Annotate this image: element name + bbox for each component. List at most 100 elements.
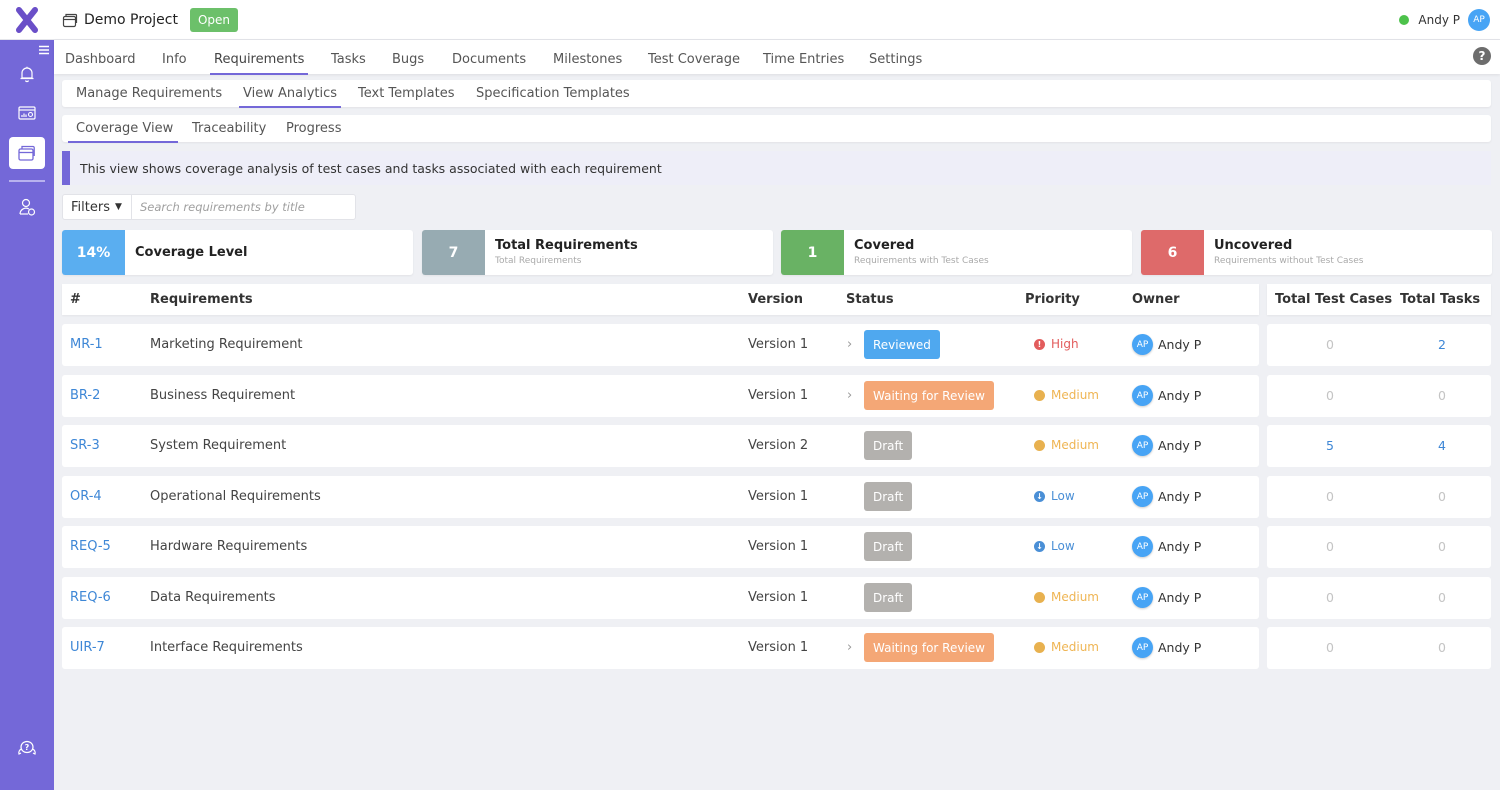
- status-badge[interactable]: Waiting for Review: [864, 381, 994, 410]
- tab-documents[interactable]: Documents: [452, 52, 526, 73]
- tab-time-entries[interactable]: Time Entries: [763, 52, 844, 73]
- requirement-title[interactable]: Hardware Requirements: [150, 539, 307, 554]
- sidebar-item-notifications[interactable]: [9, 58, 45, 90]
- app-logo[interactable]: [0, 0, 54, 40]
- stat-card-total-requirements: 7 Total Requirements Total Requirements: [422, 230, 773, 275]
- column-header-requirements[interactable]: Requirements: [150, 292, 253, 307]
- owner-avatar[interactable]: AP: [1132, 334, 1153, 355]
- column-header-status[interactable]: Status: [846, 292, 894, 307]
- table-row[interactable]: MR-1 Marketing Requirement Version 1 › Revie…: [62, 324, 1259, 366]
- owner-name: Andy P: [1158, 337, 1202, 352]
- table-row[interactable]: REQ-6 Data Requirements Version 1 Draft Medi…: [62, 577, 1259, 619]
- info-accent-bar: [62, 151, 70, 185]
- help-icon[interactable]: ?: [1473, 47, 1491, 65]
- total-tasks[interactable]: 2: [1432, 337, 1452, 352]
- requirement-title[interactable]: System Requirement: [150, 438, 286, 453]
- priority-label: Low: [1051, 489, 1075, 503]
- info-text: This view shows coverage analysis of tes…: [80, 161, 662, 176]
- chevron-right-icon[interactable]: ›: [847, 640, 852, 655]
- tab-view-analytics[interactable]: View Analytics: [239, 86, 342, 108]
- status-badge[interactable]: Reviewed: [864, 330, 940, 359]
- column-header-version[interactable]: Version: [748, 292, 803, 307]
- requirement-id-link[interactable]: MR-1: [70, 337, 103, 352]
- tab-requirements[interactable]: Requirements: [210, 52, 309, 75]
- chevron-right-icon[interactable]: ›: [847, 388, 852, 403]
- project-status-badge[interactable]: Open: [189, 7, 239, 32]
- stat-title: Covered: [854, 238, 915, 253]
- column-header-total-test-cases[interactable]: Total Test Cases: [1275, 292, 1392, 307]
- status-badge[interactable]: Draft: [864, 482, 913, 511]
- requirement-id-link[interactable]: UIR-7: [70, 640, 105, 655]
- stat-value: 6: [1141, 230, 1204, 275]
- tab-settings[interactable]: Settings: [869, 52, 922, 73]
- total-test-cases[interactable]: 5: [1320, 438, 1340, 453]
- tab-test-coverage[interactable]: Test Coverage: [648, 52, 740, 73]
- search-input[interactable]: [132, 194, 356, 220]
- help-chat-icon: ?: [18, 740, 36, 755]
- table-row[interactable]: OR-4 Operational Requirements Version 1 Dra…: [62, 476, 1259, 518]
- requirements-subnav: Manage Requirements View Analytics Text …: [62, 80, 1491, 108]
- table-row[interactable]: SR-3 System Requirement Version 2 Draft Medi…: [62, 425, 1259, 467]
- column-header-number[interactable]: #: [70, 292, 81, 307]
- requirement-version: Version 1: [748, 539, 809, 554]
- status-badge[interactable]: Waiting for Review: [864, 633, 994, 662]
- stat-title: Coverage Level: [135, 245, 248, 260]
- total-tasks: 0: [1438, 539, 1446, 554]
- sidebar-item-help[interactable]: ?: [9, 732, 45, 764]
- requirement-title[interactable]: Operational Requirements: [150, 489, 321, 504]
- tab-progress[interactable]: Progress: [286, 121, 341, 141]
- total-test-cases: 0: [1326, 640, 1334, 655]
- owner-avatar[interactable]: AP: [1132, 385, 1153, 406]
- requirement-title[interactable]: Business Requirement: [150, 388, 295, 403]
- owner-avatar[interactable]: AP: [1132, 637, 1153, 658]
- tab-manage-requirements[interactable]: Manage Requirements: [76, 86, 222, 106]
- requirement-id-link[interactable]: OR-4: [70, 489, 102, 504]
- column-header-total-tasks[interactable]: Total Tasks: [1400, 292, 1480, 307]
- tab-info[interactable]: Info: [162, 52, 187, 73]
- tab-bugs[interactable]: Bugs: [392, 52, 424, 73]
- sidebar-item-users[interactable]: [9, 191, 45, 223]
- chevron-right-icon[interactable]: ›: [847, 337, 852, 352]
- tab-coverage-view[interactable]: Coverage View: [68, 121, 179, 143]
- total-test-cases: 0: [1326, 539, 1334, 554]
- status-badge[interactable]: Draft: [864, 532, 913, 561]
- user-avatar[interactable]: AP: [1468, 9, 1490, 31]
- requirement-id-link[interactable]: REQ-5: [70, 539, 111, 554]
- tab-milestones[interactable]: Milestones: [553, 52, 622, 73]
- hamburger-menu-icon[interactable]: [39, 44, 49, 58]
- tab-tasks[interactable]: Tasks: [331, 52, 366, 73]
- sidebar-item-dashboard[interactable]: [9, 97, 45, 129]
- requirement-id-link[interactable]: REQ-6: [70, 590, 111, 605]
- stat-subtitle: Requirements without Test Cases: [1214, 256, 1364, 266]
- tab-specification-templates[interactable]: Specification Templates: [476, 86, 630, 106]
- user-name: Andy P: [1418, 13, 1460, 27]
- sidebar-item-projects[interactable]: [9, 137, 45, 169]
- filters-dropdown[interactable]: Filters ▼: [62, 194, 132, 220]
- tab-dashboard[interactable]: Dashboard: [65, 52, 136, 73]
- requirement-id-link[interactable]: SR-3: [70, 438, 100, 453]
- priority-medium-icon: [1034, 591, 1045, 603]
- table-row[interactable]: REQ-5 Hardware Requirements Version 1 Draft…: [62, 526, 1259, 568]
- priority-indicator: ! High: [1034, 337, 1079, 351]
- requirement-title[interactable]: Data Requirements: [150, 590, 276, 605]
- tab-text-templates[interactable]: Text Templates: [358, 86, 455, 106]
- table-row[interactable]: BR-2 Business Requirement Version 1 › Waitin…: [62, 375, 1259, 417]
- total-tasks[interactable]: 4: [1432, 438, 1452, 453]
- table-row-totals: 00: [1267, 375, 1491, 417]
- owner-avatar[interactable]: AP: [1132, 435, 1153, 456]
- requirement-title[interactable]: Marketing Requirement: [150, 337, 303, 352]
- status-badge[interactable]: Draft: [864, 431, 913, 460]
- column-header-owner[interactable]: Owner: [1132, 292, 1180, 307]
- status-badge[interactable]: Draft: [864, 583, 913, 612]
- tab-traceability[interactable]: Traceability: [192, 121, 266, 141]
- column-header-priority[interactable]: Priority: [1025, 292, 1080, 307]
- owner-avatar[interactable]: AP: [1132, 536, 1153, 557]
- requirement-title[interactable]: Interface Requirements: [150, 640, 303, 655]
- owner-avatar[interactable]: AP: [1132, 486, 1153, 507]
- owner-avatar[interactable]: AP: [1132, 587, 1153, 608]
- table-row-totals: 00: [1267, 627, 1491, 669]
- owner-name: Andy P: [1158, 438, 1202, 453]
- requirement-id-link[interactable]: BR-2: [70, 388, 100, 403]
- table-row[interactable]: UIR-7 Interface Requirements Version 1 › Wai…: [62, 627, 1259, 669]
- user-menu[interactable]: Andy P AP: [1399, 9, 1490, 31]
